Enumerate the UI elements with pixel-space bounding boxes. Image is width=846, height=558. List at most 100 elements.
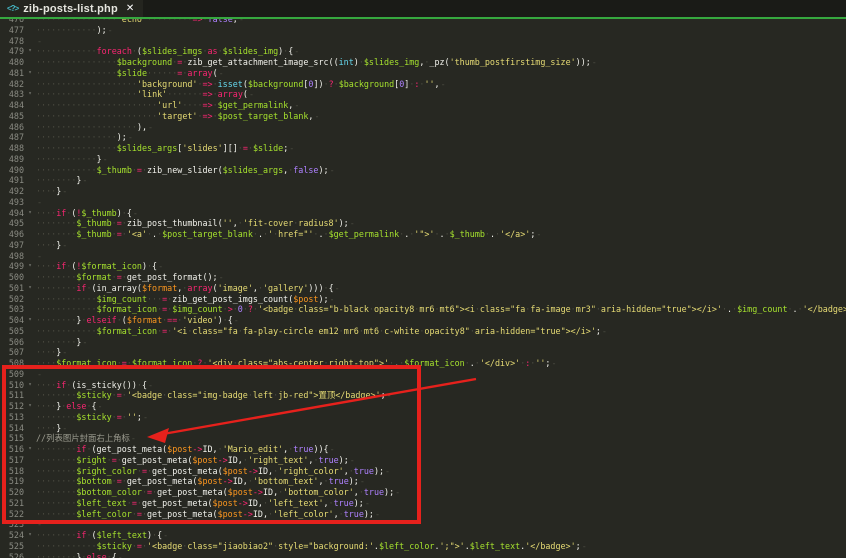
code-line[interactable]: 514 ····}- (0, 423, 846, 434)
code-text: ········$right·=·get_post_meta($post->ID… (36, 454, 355, 465)
code-line[interactable]: 494 ▾ ····if·(!$_thumb)·{- (0, 208, 846, 219)
line-number: 516 (8, 444, 24, 454)
code-line[interactable]: 517 ········$right·=·get_post_meta($post-… (0, 455, 846, 466)
eol-marker: - (82, 175, 88, 186)
code-line[interactable]: 506 ········}- (0, 337, 846, 348)
code-line[interactable]: 526 ········}·else·{- (0, 552, 846, 558)
code-text: ················$slide······=·array(- (36, 67, 224, 78)
code-text: ················);- (36, 132, 133, 143)
code-line[interactable]: 525 ············$sticky·=·'<badge·class="… (0, 541, 846, 552)
code-line[interactable]: 511 ········$sticky·=·'<badge·class="img-… (0, 390, 846, 401)
line-number: 519 (8, 476, 24, 487)
fold-arrow-icon[interactable]: ▾ (24, 208, 36, 219)
line-number: 506 (8, 336, 24, 347)
code-line[interactable]: 512 ▾ ····}·else·{- (0, 401, 846, 412)
code-text: ····if·(!$format_icon)·{- (36, 261, 164, 272)
code-text: ········if·(get_post_meta($post->ID,·'Ma… (36, 444, 335, 454)
eol-marker: - (329, 164, 335, 175)
code-line[interactable]: 502 ············$img_count···=·zib_get_po… (0, 294, 846, 305)
fold-arrow-icon[interactable]: ▾ (24, 380, 36, 391)
code-line[interactable]: 486 ····················),- (0, 122, 846, 133)
fold-arrow-icon[interactable]: ▾ (24, 401, 36, 412)
code-line[interactable]: 480 ················$background·=·zib_get… (0, 57, 846, 68)
code-text: ····if·(is_sticky())·{- (36, 379, 154, 390)
code-line[interactable]: 482 ····················'background'·=>·i… (0, 79, 846, 90)
line-number: 526 (8, 551, 24, 558)
eol-marker: - (132, 207, 138, 218)
code-line[interactable]: 493 - (0, 197, 846, 208)
code-line[interactable]: 481 ▾ ················$slide······=·array(… (0, 68, 846, 79)
code-line[interactable]: 491 ········}- (0, 175, 846, 186)
code-text: - (36, 519, 42, 529)
eol-marker: - (82, 336, 88, 347)
tab-zib-posts-list[interactable]: <?> zib-posts-list.php ✕ (0, 0, 144, 17)
code-line[interactable]: 519 ········$bottom·=·get_post_meta($post… (0, 476, 846, 487)
code-line[interactable]: 501 ▾ ········if·(in_array($format,·array(… (0, 283, 846, 294)
code-line[interactable]: 478 - (0, 36, 846, 47)
code-line[interactable]: 497 ····}- (0, 240, 846, 251)
code-line[interactable]: 485 ························'target'·=>·$… (0, 111, 846, 122)
code-text: ········$sticky·=·'<badge·class="img-bad… (36, 390, 392, 401)
code-line[interactable]: 500 ········$format·=·get_post_format();- (0, 272, 846, 283)
code-text: ············$format_icon·=·'<i·class="fa… (36, 325, 607, 336)
code-text: ········}·else·{- (36, 552, 123, 558)
line-number: 514 (8, 422, 24, 433)
code-line[interactable]: 523 - (0, 519, 846, 530)
eol-marker: - (364, 497, 370, 508)
code-line[interactable]: 515 //列表图片封面右上角标- (0, 433, 846, 444)
line-number: 515 (8, 433, 24, 444)
code-line[interactable]: 522 ········$left_color·=·get_post_meta($… (0, 509, 846, 520)
code-line[interactable]: 504 ▾ ········}·elseif·($format·==·'video'… (0, 315, 846, 326)
fold-arrow-icon[interactable]: ▾ (24, 530, 36, 541)
code-line[interactable]: 492 ····}- (0, 186, 846, 197)
code-line[interactable]: 521 ········$left_text·=·get_post_meta($p… (0, 498, 846, 509)
code-line[interactable]: 489 ············}- (0, 154, 846, 165)
code-text: ········$bottom_color·=·get_post_meta($p… (36, 487, 401, 497)
fold-arrow-icon[interactable]: ▾ (24, 261, 36, 272)
code-line[interactable]: 503 ············$format_icon·=·$img_count… (0, 304, 846, 315)
code-line[interactable]: 524 ▾ ········if·($left_text)·{- (0, 530, 846, 541)
eol-marker: - (97, 401, 103, 411)
code-text: ········$left_text·=·get_post_meta($post… (36, 497, 370, 508)
code-line[interactable]: 505 ············$format_icon·=·'<i·class=… (0, 326, 846, 337)
code-line[interactable]: 510 ▾ ····if·(is_sticky())·{- (0, 380, 846, 391)
code-line[interactable]: 516 ▾ ········if·(get_post_meta($post->ID,… (0, 444, 846, 455)
eol-marker: - (37, 519, 43, 530)
line-number: 520 (8, 487, 24, 497)
code-line[interactable]: 509 - (0, 369, 846, 380)
eol-marker: - (147, 379, 154, 390)
fold-arrow-icon[interactable]: ▾ (24, 89, 36, 100)
fold-arrow-icon[interactable]: ▾ (24, 283, 36, 294)
code-text: ················'echo'·········=>·false,… (36, 19, 244, 24)
code-line[interactable]: 488 ················$slides_args['slides'… (0, 143, 846, 154)
code-line[interactable]: 487 ················);- (0, 132, 846, 143)
line-number: 490 (8, 164, 24, 175)
fold-arrow-icon[interactable]: ▾ (24, 315, 36, 326)
code-line[interactable]: 490 ············$_thumb·=·zib_new_slider(… (0, 165, 846, 176)
eol-marker: - (142, 411, 148, 422)
line-number: 507 (8, 347, 24, 358)
code-line[interactable]: 513 ········$sticky·=·'';- (0, 412, 846, 423)
code-line[interactable]: 483 ▾ ····················'link'·······=>·… (0, 89, 846, 100)
code-line[interactable]: 495 ········$_thumb·=·zib_post_thumbnail(… (0, 218, 846, 229)
code-text: ········}·elseif·($format·==·'video')·{- (36, 315, 239, 325)
code-line[interactable]: 498 - (0, 251, 846, 262)
code-line[interactable]: 477 ············);- (0, 25, 846, 36)
code-line[interactable]: 496 ········$_thumb·=·'<a'·.·$post_target… (0, 229, 846, 240)
code-line[interactable]: 484 ························'url'····=>·$… (0, 100, 846, 111)
code-line[interactable]: 518 ········$right_color·=·get_post_meta(… (0, 466, 846, 477)
code-line[interactable]: 499 ▾ ····if·(!$format_icon)·{- (0, 261, 846, 272)
code-line[interactable]: 507 ····}- (0, 347, 846, 358)
fold-arrow-icon[interactable]: ▾ (24, 444, 36, 455)
code-line[interactable]: 479 ▾ ············foreach·($slides_imgs·as… (0, 46, 846, 57)
fold-arrow-icon[interactable]: ▾ (24, 68, 36, 79)
code-text: - (36, 251, 42, 261)
code-editor-pane[interactable]: 476 ················'echo'·········=>·fal… (0, 19, 846, 558)
code-line[interactable]: 508 ····$format_icon·=·$format_icon·?·'<d… (0, 358, 846, 369)
eol-marker: - (349, 454, 355, 465)
fold-arrow-icon[interactable]: ▾ (24, 46, 36, 57)
eol-marker: - (37, 196, 43, 207)
tab-bar: <?> zib-posts-list.php ✕ (0, 0, 846, 17)
tab-close-icon[interactable]: ✕ (126, 3, 134, 14)
code-line[interactable]: 520 ········$bottom_color·=·get_post_meta… (0, 487, 846, 498)
